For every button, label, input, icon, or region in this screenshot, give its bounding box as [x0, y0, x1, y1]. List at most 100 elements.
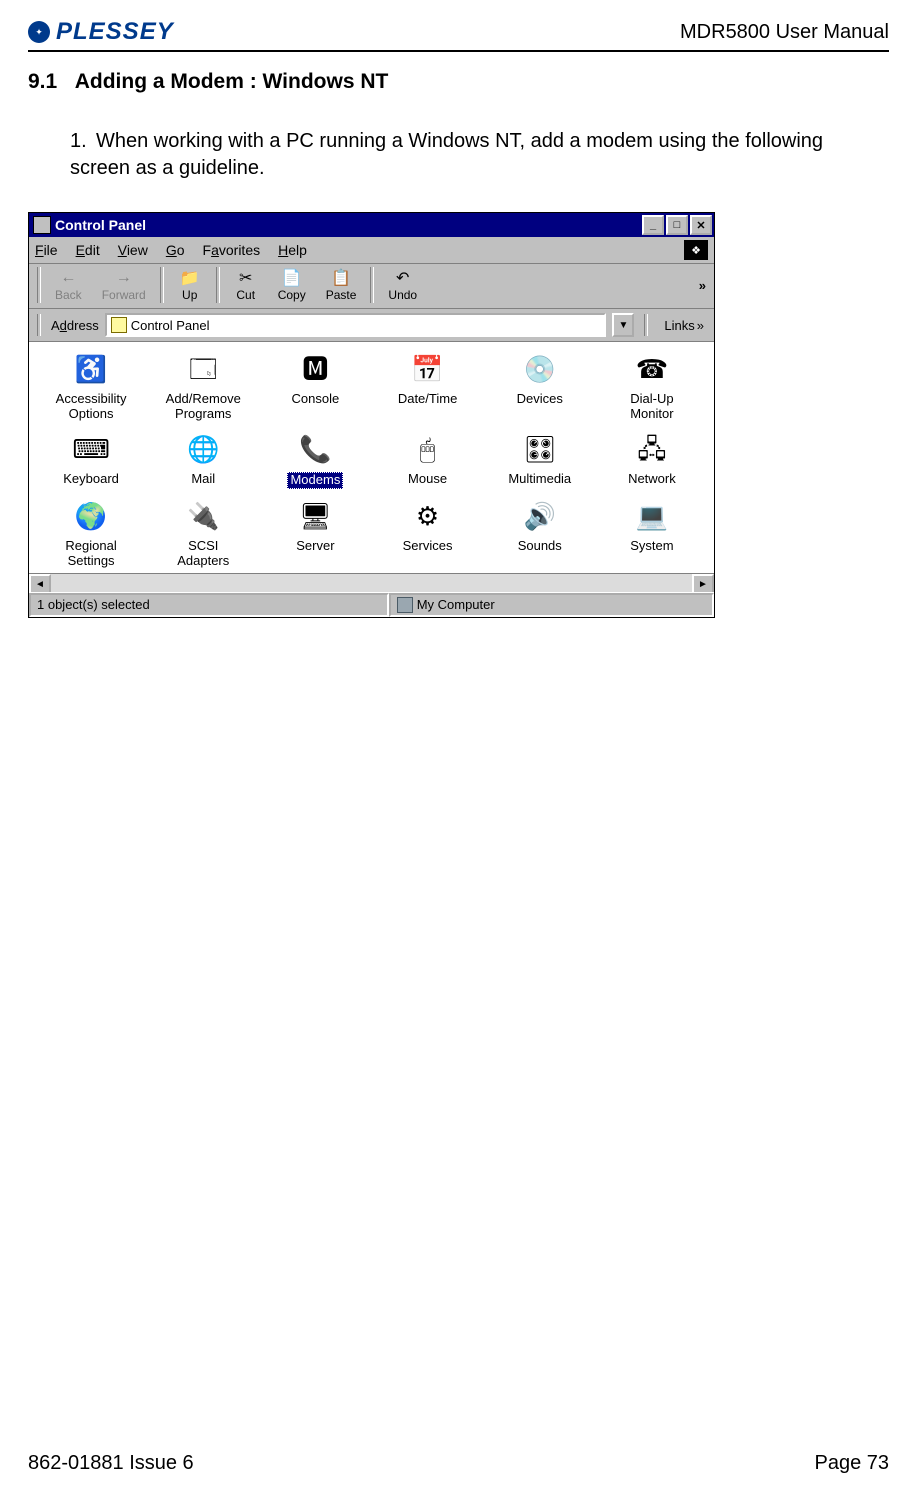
- windows-logo-icon[interactable]: ❖: [684, 240, 708, 260]
- links-button[interactable]: Links »: [658, 318, 710, 333]
- icon-add-remove-programs[interactable]: 🗔 Add/RemovePrograms: [147, 352, 259, 422]
- up-label: Up: [182, 288, 197, 302]
- back-button[interactable]: ← Back: [45, 266, 92, 304]
- computer-icon: [397, 597, 413, 613]
- toolbar-grip-icon: [644, 314, 648, 336]
- icon-mouse[interactable]: 🖱Mouse: [371, 432, 483, 489]
- icon-label: Keyboard: [63, 472, 119, 487]
- system-icon: 💻: [634, 499, 670, 535]
- copy-button[interactable]: 📄 Copy: [268, 266, 316, 304]
- window-title: Control Panel: [55, 217, 146, 233]
- icon-date-time[interactable]: 📅 Date/Time: [371, 352, 483, 422]
- icon-label: Date/Time: [398, 392, 457, 407]
- icon-mail[interactable]: 🌐 Mail: [147, 432, 259, 489]
- cut-button[interactable]: ✂ Cut: [224, 266, 268, 304]
- links-overflow: »: [697, 318, 704, 333]
- icon-label: System: [630, 539, 673, 554]
- folder-up-icon: 📁: [178, 268, 202, 288]
- menu-file[interactable]: File: [35, 242, 58, 258]
- sounds-icon: 🔊: [522, 499, 558, 535]
- close-button[interactable]: ✕: [690, 215, 712, 235]
- undo-button[interactable]: ↶ Undo: [378, 266, 427, 304]
- icon-accessibility-options[interactable]: ♿ AccessibilityOptions: [35, 352, 147, 422]
- icon-services[interactable]: ⚙Services: [371, 499, 483, 569]
- toolbar-grip-icon: [37, 314, 41, 336]
- minimize-button[interactable]: _: [642, 215, 664, 235]
- icon-dial-up-monitor[interactable]: ☎Dial-UpMonitor: [596, 352, 708, 422]
- forward-label: Forward: [102, 288, 146, 302]
- folder-icon: [111, 317, 127, 333]
- icon-devices[interactable]: 💿Devices: [484, 352, 596, 422]
- icon-label: Sounds: [518, 539, 562, 554]
- horizontal-scrollbar[interactable]: ◄ ►: [29, 573, 714, 592]
- links-label: Links: [664, 318, 694, 333]
- status-location-pane: My Computer: [389, 593, 714, 617]
- undo-icon: ↶: [391, 268, 415, 288]
- toolbar-separator-icon: [216, 267, 220, 303]
- toolbar-separator-icon: [160, 267, 164, 303]
- forward-button[interactable]: → Forward: [92, 266, 156, 304]
- add-remove-programs-icon: 🗔: [185, 352, 221, 388]
- icon-network[interactable]: 🖧Network: [596, 432, 708, 489]
- icon-system[interactable]: 💻 System: [596, 499, 708, 569]
- icon-scsi-adapters[interactable]: 🔌SCSIAdapters: [147, 499, 259, 569]
- toolbar-separator-icon: [370, 267, 374, 303]
- toolbar-overflow-button[interactable]: »: [695, 278, 710, 293]
- address-input[interactable]: Control Panel: [105, 313, 607, 337]
- menu-help[interactable]: Help: [278, 242, 307, 258]
- icon-label: Add/RemovePrograms: [166, 392, 241, 422]
- menu-go[interactable]: Go: [166, 242, 185, 258]
- scissors-icon: ✂: [234, 268, 258, 288]
- icon-label: RegionalSettings: [65, 539, 116, 569]
- mail-icon: 🌐: [185, 432, 221, 468]
- cut-label: Cut: [236, 288, 255, 302]
- section-title-text: Adding a Modem : Windows NT: [75, 70, 389, 93]
- keyboard-icon: ⌨: [73, 432, 109, 468]
- icon-label: Services: [403, 539, 453, 554]
- arrow-right-icon: →: [112, 268, 136, 288]
- address-bar: Address Control Panel ▼ Links »: [29, 309, 714, 342]
- icon-console[interactable]: 🅼Console: [259, 352, 371, 422]
- icon-label: Devices: [517, 392, 563, 407]
- modems-icon: 📞: [297, 432, 333, 468]
- page-header: ✦ PLESSEY MDR5800 User Manual: [28, 18, 889, 52]
- toolbar: ← Back → Forward 📁 Up ✂ Cut 📄 Copy: [29, 264, 714, 309]
- instruction-text: When working with a PC running a Windows…: [70, 130, 823, 179]
- icon-label: Multimedia: [508, 472, 571, 487]
- icon-regional-settings[interactable]: 🌍RegionalSettings: [35, 499, 147, 569]
- console-icon: 🅼: [297, 352, 333, 388]
- address-value: Control Panel: [131, 318, 210, 333]
- icon-label: Server: [296, 539, 334, 554]
- icon-modems[interactable]: 📞Modems: [259, 432, 371, 489]
- icon-label: AccessibilityOptions: [56, 392, 127, 422]
- status-selection-pane: 1 object(s) selected: [29, 593, 389, 617]
- menu-favorites[interactable]: Favorites: [203, 242, 261, 258]
- up-button[interactable]: 📁 Up: [168, 266, 212, 304]
- copy-icon: 📄: [280, 268, 304, 288]
- status-bar: 1 object(s) selected My Computer: [29, 592, 714, 617]
- icon-server[interactable]: 🖥 Server: [259, 499, 371, 569]
- scroll-track[interactable]: [51, 574, 692, 592]
- mouse-icon: 🖱: [410, 432, 446, 468]
- dial-up-monitor-icon: ☎: [634, 352, 670, 388]
- logo-text: PLESSEY: [56, 18, 174, 46]
- date-time-icon: 📅: [410, 352, 446, 388]
- icon-multimedia[interactable]: 🎛Multimedia: [484, 432, 596, 489]
- maximize-button[interactable]: □: [666, 215, 688, 235]
- icon-label: Mail: [191, 472, 215, 487]
- logo-badge-icon: ✦: [28, 21, 50, 43]
- window-titlebar[interactable]: Control Panel _ □ ✕: [29, 213, 714, 237]
- menu-view[interactable]: View: [118, 242, 148, 258]
- icon-sounds[interactable]: 🔊 Sounds: [484, 499, 596, 569]
- address-dropdown-button[interactable]: ▼: [612, 313, 634, 337]
- menu-edit[interactable]: Edit: [76, 242, 100, 258]
- footer-left: 862-01881 Issue 6: [28, 1452, 194, 1475]
- address-label: Address: [51, 318, 99, 333]
- section-number: 9.1: [28, 70, 57, 93]
- menu-bar: File Edit View Go Favorites Help ❖: [29, 237, 714, 264]
- accessibility-options-icon: ♿: [73, 352, 109, 388]
- paste-button[interactable]: 📋 Paste: [316, 266, 367, 304]
- icon-keyboard[interactable]: ⌨ Keyboard: [35, 432, 147, 489]
- server-icon: 🖥: [297, 499, 333, 535]
- arrow-left-icon: ←: [56, 268, 80, 288]
